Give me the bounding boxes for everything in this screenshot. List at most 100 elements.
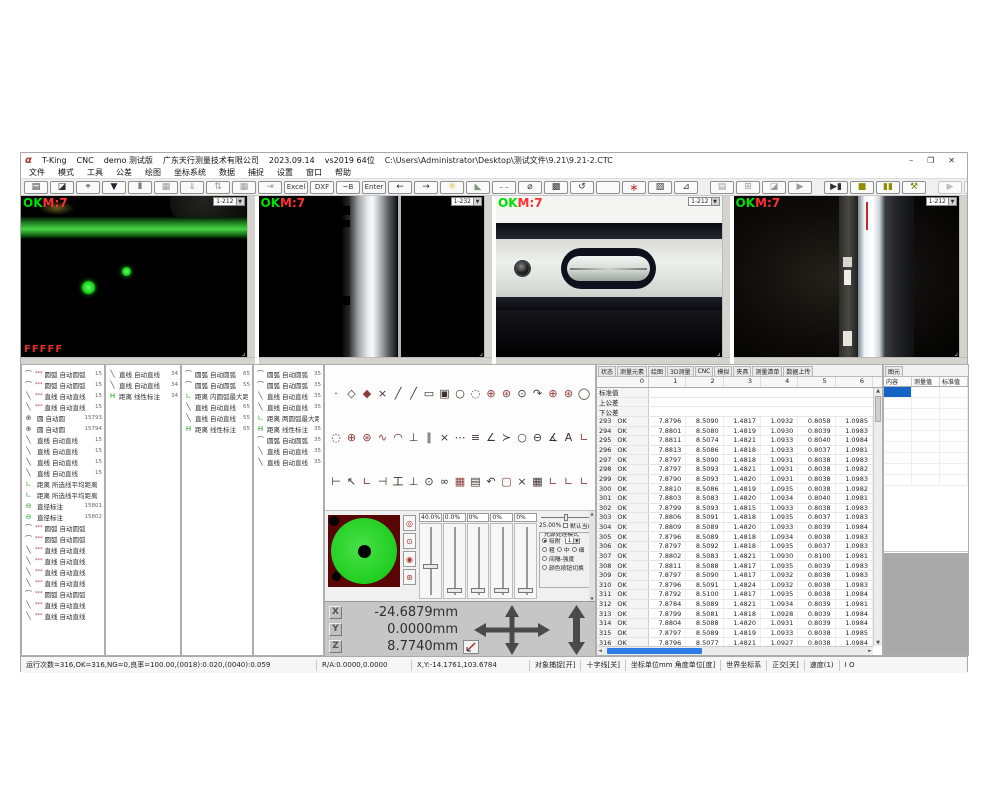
measure-tool-icon[interactable]: ∟ — [360, 475, 374, 488]
table-row[interactable]: 下公差 — [597, 407, 873, 417]
measure-tool-icon[interactable]: A — [562, 431, 576, 444]
list-item[interactable]: ╲ 直线 自动直线 34 — [106, 368, 180, 379]
table-row[interactable]: 300OK 7.8810 8.5086 1.4819 1.0935 0.8038… — [597, 484, 873, 494]
light-slider-thumb[interactable] — [494, 588, 509, 593]
table-row[interactable]: 上公差 — [597, 398, 873, 408]
toolbar-button[interactable] — [928, 181, 936, 194]
light-slider-thumb[interactable] — [423, 564, 438, 569]
list-item[interactable]: H 距离 线性标注 35 — [254, 423, 323, 434]
camera-4-zoom-select[interactable]: 1-212▼ — [926, 197, 957, 206]
measure-tool-icon[interactable]: ◌ — [469, 387, 483, 400]
table-hscrollbar[interactable]: ◄► — [597, 646, 873, 655]
list-item[interactable]: ╲ 直线 自动直线 35 — [254, 390, 323, 401]
minimize-button[interactable]: – — [909, 156, 913, 165]
selected-cell[interactable] — [884, 387, 912, 397]
measure-tool-icon[interactable]: ◠ — [391, 431, 405, 444]
list-item[interactable]: ╲ 直线 自动直线 65 — [182, 401, 252, 412]
light-options-scrollbar[interactable]: ▲▼ — [589, 511, 595, 601]
list-item[interactable]: ╲ 直线 自动直线 15 — [22, 445, 104, 456]
measure-tool-icon[interactable]: × — [438, 431, 452, 444]
table-tab[interactable]: 绘图 — [648, 366, 666, 376]
measure-tool-icon[interactable]: ▤ — [469, 475, 483, 488]
light-mode-button[interactable]: ⊛ — [403, 569, 416, 585]
measure-tool-icon[interactable]: ∿ — [376, 431, 390, 444]
light-slider[interactable]: 0% — [490, 513, 513, 599]
toolbar-button[interactable]: Enter — [362, 181, 386, 194]
status-ortho[interactable]: 正交[关] — [766, 660, 803, 671]
toolbar-button[interactable]: ▨ — [648, 181, 672, 194]
light-slider-track[interactable] — [419, 523, 442, 599]
measure-tool-icon[interactable]: ◯ — [577, 387, 591, 400]
camera-3-image-selected[interactable]: OKM:7 1-212▼ ⌟ — [496, 196, 722, 357]
menu-item[interactable]: 设置 — [277, 167, 293, 178]
measure-tool-icon[interactable]: ╱ — [391, 387, 405, 400]
measure-tool-icon[interactable]: ⊕ — [546, 387, 560, 400]
toolbar-button[interactable]: ~B — [336, 181, 360, 194]
toolbar-button[interactable]: ▶ — [788, 181, 812, 194]
list-item[interactable]: ⌒ *** 圆弧 自动圆弧 — [22, 588, 104, 599]
light-slider[interactable]: 0% — [467, 513, 490, 599]
list-item[interactable]: ╲ 直线 自动直线 35 — [254, 445, 323, 456]
measure-tool-icon[interactable]: ∠ — [484, 431, 498, 444]
toolbar-button[interactable]: ⌖ — [76, 181, 100, 194]
table-row[interactable]: 316OK 7.8796 8.5077 1.4821 1.0927 0.8038… — [597, 638, 873, 646]
measure-tool-icon[interactable]: ∥ — [422, 431, 436, 444]
jog-arrows[interactable] — [472, 605, 587, 659]
table-tab[interactable]: 数据上传 — [783, 366, 813, 376]
toolbar-button[interactable]: ▦ — [232, 181, 256, 194]
toolbar-button[interactable]: ◣ — [466, 181, 490, 194]
table-row[interactable]: 304OK 7.8809 8.5089 1.4820 1.0933 0.8039… — [597, 523, 873, 533]
list-item[interactable]: ╲ *** 直线 自动直线 — [22, 610, 104, 621]
measure-tool-icon[interactable]: ⊥ — [407, 475, 421, 488]
measure-tool-icon[interactable]: ▣ — [438, 387, 452, 400]
toolbar-button[interactable]: ▤ — [710, 181, 734, 194]
resize-handle-icon[interactable]: ⌟ — [954, 348, 958, 357]
table-hscroll-thumb[interactable] — [607, 648, 702, 654]
list-item[interactable]: ⌒ *** 圆弧 自动圆弧 — [22, 533, 104, 544]
toolbar-button[interactable]: ◪ — [50, 181, 74, 194]
toolbar-button[interactable]: ☼ — [440, 181, 464, 194]
camera-panel-1[interactable]: OKM:7 1-212▼ FFFFF ⌟ — [21, 196, 255, 364]
measure-tool-icon[interactable]: ◆ — [360, 387, 374, 400]
measure-tool-icon[interactable]: × — [376, 387, 390, 400]
toolbar-button[interactable]: DXF — [310, 181, 334, 194]
list-item[interactable]: ╲ 直线 自动直线 55 — [182, 412, 252, 423]
camera-1-image[interactable]: OKM:7 1-212▼ FFFFF ⌟ — [21, 196, 247, 357]
table-row[interactable]: 297OK 7.8797 8.5090 1.4818 1.0931 0.8038… — [597, 455, 873, 465]
default-mode-checkbox[interactable] — [563, 523, 568, 528]
camera-3-hscrollbar[interactable] — [496, 357, 730, 364]
light-mode-button[interactable]: ◉ — [403, 551, 416, 567]
list-item[interactable]: ╲ 直线 自动直线 15 — [22, 467, 104, 478]
radio-coarse[interactable] — [542, 547, 547, 552]
measure-tool-icon[interactable]: ∡ — [546, 431, 560, 444]
radio-medium[interactable] — [557, 547, 562, 552]
camera-3-vscrollbar[interactable] — [722, 196, 730, 357]
camera-panel-3[interactable]: OKM:7 1-212▼ ⌟ — [496, 196, 730, 364]
list-item[interactable]: ╲ *** 直线 自动直线 15 — [22, 401, 104, 412]
table-row[interactable]: 303OK 7.8806 8.5091 1.4818 1.0935 0.8037… — [597, 513, 873, 523]
table-tab[interactable]: 测量元素 — [617, 366, 647, 376]
list-item[interactable]: ∟ 距离 所选线平均距离 — [22, 489, 104, 500]
list-item[interactable]: ⌒ *** 圆弧 自动圆弧 15 — [22, 379, 104, 390]
resize-handle-icon[interactable]: ⌟ — [717, 348, 721, 357]
table-row[interactable]: 311OK 7.8792 8.5100 1.4817 1.0935 0.8038… — [597, 590, 873, 600]
table-row[interactable]: 295OK 7.8811 8.5074 1.4821 1.0933 0.8040… — [597, 436, 873, 446]
toolbar-button[interactable]: ▩ — [544, 181, 568, 194]
measure-tool-icon[interactable]: ⊙ — [515, 387, 529, 400]
toolbar-button[interactable]: ⇅ — [206, 181, 230, 194]
measure-tool-icon[interactable]: 工 — [391, 473, 405, 489]
toolbar-button[interactable] — [814, 181, 822, 194]
list-item[interactable]: ╲ *** 直线 自动直线 — [22, 555, 104, 566]
maximize-button[interactable]: ❐ — [927, 156, 934, 165]
light-slider-track[interactable] — [490, 523, 513, 599]
measure-tool-icon[interactable]: ▦ — [453, 475, 467, 488]
light-slider[interactable]: 0% — [514, 513, 537, 599]
table-row[interactable]: 307OK 7.8802 8.5083 1.4821 1.0930 0.8100… — [597, 552, 873, 562]
table-row[interactable]: 314OK 7.8804 8.5088 1.4820 1.0931 0.8039… — [597, 619, 873, 629]
table-row[interactable]: 302OK 7.8799 8.5093 1.4815 1.0933 0.8038… — [597, 504, 873, 514]
list-item[interactable]: ╲ 直线 自动直线 34 — [106, 379, 180, 390]
light-mode-button[interactable]: ⊙ — [403, 533, 416, 549]
toolbar-button[interactable]: ⌀ — [518, 181, 542, 194]
measure-tool-icon[interactable]: ⊛ — [562, 387, 576, 400]
menu-item[interactable]: 模式 — [58, 167, 74, 178]
